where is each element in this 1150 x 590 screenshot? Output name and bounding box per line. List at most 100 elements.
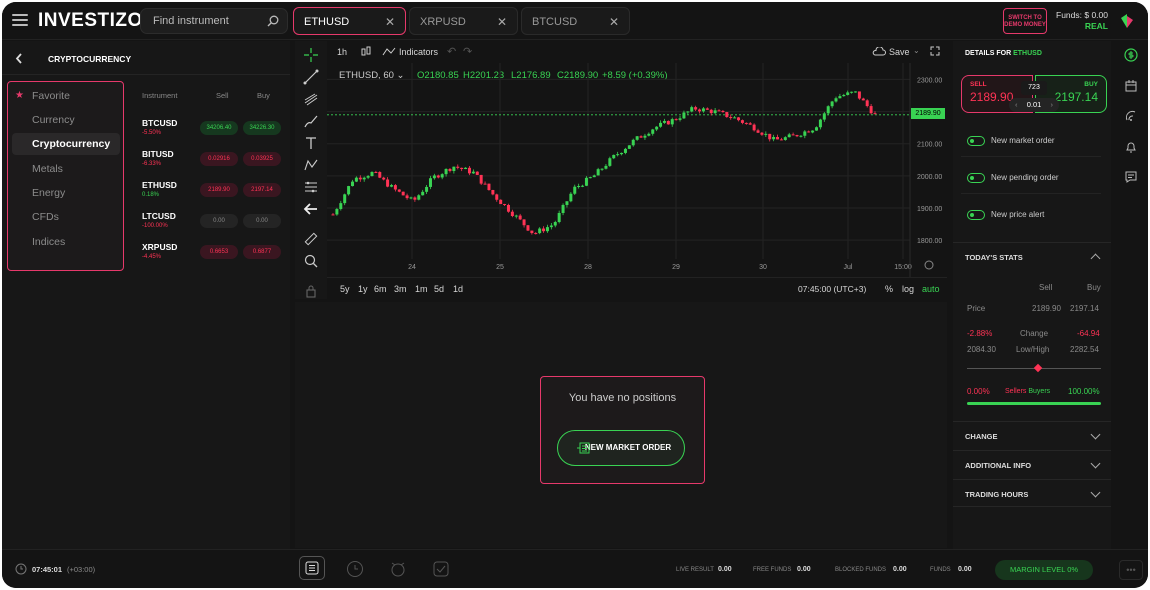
logo: INVESTIZO — [38, 10, 143, 31]
sell-price[interactable]: 2189.90 — [200, 183, 238, 197]
chevron-up-icon[interactable] — [1090, 253, 1101, 264]
instrument-row-xrpusd[interactable]: XRPUSD -4.45% — [142, 242, 177, 260]
range-1m[interactable]: 1m — [415, 284, 428, 294]
log-scale-toggle[interactable]: log — [902, 284, 914, 294]
close-icon[interactable]: ✕ — [497, 15, 507, 29]
chart-settings-icon[interactable] — [924, 260, 934, 270]
positions-tab[interactable] — [299, 556, 325, 580]
category-metals[interactable]: Metals — [32, 163, 63, 175]
sell-price[interactable]: 0.00 — [200, 214, 238, 228]
pending-orders-icon[interactable] — [389, 560, 407, 578]
new-market-order-button[interactable]: NEW MARKET ORDER — [557, 430, 685, 466]
search-input[interactable]: Find instrument — [140, 8, 288, 34]
chevron-down-icon[interactable] — [1090, 487, 1101, 498]
range-1y[interactable]: 1y — [358, 284, 368, 294]
lock-icon[interactable] — [303, 283, 319, 299]
range-5d[interactable]: 5d — [434, 284, 444, 294]
price-chart[interactable]: 1h Indicators ↶ ↷ Save ⌄ ETHUSD, 60 ⌄ O2… — [327, 41, 947, 299]
chat-icon[interactable] — [1124, 170, 1138, 184]
category-energy[interactable]: Energy — [32, 187, 65, 199]
closed-positions-icon[interactable] — [432, 560, 450, 578]
interval-button[interactable]: 1h — [337, 47, 347, 57]
candle-body — [444, 168, 448, 175]
fullscreen-icon[interactable] — [930, 46, 940, 56]
category-indices[interactable]: Indices — [32, 236, 65, 248]
buy-price[interactable]: 0.03925 — [243, 152, 281, 166]
decrease-icon[interactable]: ‹ — [1015, 98, 1018, 112]
price-buy: 2197.14 — [1070, 304, 1099, 313]
candlestick-chart[interactable]: 2300.002200.002100.002000.001900.001800.… — [327, 63, 947, 277]
tab-btcusd[interactable]: BTCUSD ✕ — [521, 7, 630, 35]
buy-price[interactable]: 0.6877 — [243, 245, 281, 259]
range-5y[interactable]: 5y — [340, 284, 350, 294]
trading-hours-section[interactable]: TRADING HOURS — [953, 479, 1111, 507]
text-icon[interactable] — [303, 135, 319, 151]
markets-icon[interactable] — [1118, 12, 1136, 30]
toggle-icon[interactable] — [967, 173, 985, 183]
category-cfds[interactable]: CFDs — [32, 211, 59, 223]
new-market-order-row[interactable]: New market order — [961, 133, 1101, 157]
category-favorite[interactable]: Favorite — [32, 90, 70, 102]
range-1d[interactable]: 1d — [453, 284, 463, 294]
brush-icon[interactable] — [303, 113, 319, 129]
indicators-icon[interactable] — [382, 47, 396, 56]
more-icon[interactable]: ••• — [1119, 560, 1143, 580]
arrow-left-icon[interactable] — [303, 201, 319, 217]
instrument-row-bitusd[interactable]: BITUSD -6.33% — [142, 149, 174, 167]
cloud-icon[interactable] — [872, 47, 886, 56]
buy-price[interactable]: 0.00 — [243, 214, 281, 228]
chevron-down-icon[interactable] — [1090, 458, 1101, 469]
toggle-icon[interactable] — [967, 136, 985, 146]
auto-scale-toggle[interactable]: auto — [922, 284, 940, 294]
signal-icon[interactable] — [1124, 109, 1138, 123]
chevron-down-icon[interactable]: ⌄ — [913, 46, 920, 55]
change-section[interactable]: CHANGE — [953, 421, 1111, 449]
sell-price[interactable]: 0.6653 — [200, 245, 238, 259]
close-icon[interactable]: ✕ — [609, 15, 619, 29]
category-currency[interactable]: Currency — [32, 114, 75, 126]
menu-icon[interactable] — [12, 14, 28, 26]
bell-icon[interactable] — [1124, 140, 1138, 154]
pattern-icon[interactable] — [303, 157, 319, 173]
percent-scale-toggle[interactable]: % — [885, 284, 893, 294]
lot-stepper[interactable]: ‹ 0.01 › — [1009, 98, 1059, 112]
indicators-button[interactable]: Indicators — [399, 47, 438, 57]
chevron-down-icon[interactable] — [1090, 429, 1101, 440]
projection-icon[interactable] — [303, 179, 319, 195]
dollar-icon[interactable] — [1124, 48, 1138, 62]
instrument-row-ltcusd[interactable]: LTCUSD -100.00% — [142, 211, 176, 229]
redo-icon[interactable]: ↷ — [463, 45, 472, 58]
additional-info-section[interactable]: ADDITIONAL INFO — [953, 450, 1111, 478]
crosshair-icon[interactable] — [303, 47, 319, 63]
buy-price[interactable]: 2197.14 — [243, 183, 281, 197]
back-icon[interactable] — [15, 53, 23, 64]
sell-price[interactable]: 0.02916 — [200, 152, 238, 166]
tab-xrpusd[interactable]: XRPUSD ✕ — [409, 7, 518, 35]
zoom-icon[interactable] — [303, 253, 319, 269]
search-icon[interactable] — [267, 15, 279, 27]
history-icon[interactable] — [346, 560, 364, 578]
sell-price[interactable]: 34206.40 — [200, 121, 238, 135]
new-price-alert-row[interactable]: New price alert — [961, 207, 1101, 231]
drawing-toolbar — [295, 41, 327, 299]
calendar-icon[interactable] — [1124, 79, 1138, 93]
instrument-row-btcusd[interactable]: BTCUSD -5.50% — [142, 118, 177, 136]
undo-icon[interactable]: ↶ — [447, 45, 456, 58]
trend-line-icon[interactable] — [303, 69, 319, 85]
instrument-row-ethusd[interactable]: ETHUSD 0.18% — [142, 180, 177, 198]
ruler-icon[interactable] — [303, 231, 319, 247]
candles-icon[interactable] — [361, 46, 371, 57]
category-cryptocurrency[interactable]: Cryptocurrency — [32, 138, 110, 150]
range-6m[interactable]: 6m — [374, 284, 387, 294]
increase-icon[interactable]: › — [1051, 98, 1054, 112]
range-3m[interactable]: 3m — [394, 284, 407, 294]
tab-ethusd[interactable]: ETHUSD ✕ — [293, 7, 406, 35]
fib-icon[interactable] — [303, 91, 319, 107]
new-pending-order-row[interactable]: New pending order — [961, 170, 1101, 194]
toggle-icon[interactable] — [967, 210, 985, 220]
todays-stats-header[interactable]: TODAY'S STATS — [953, 242, 1111, 270]
buy-price[interactable]: 34226.30 — [243, 121, 281, 135]
close-icon[interactable]: ✕ — [385, 15, 395, 29]
save-button[interactable]: Save — [889, 47, 910, 57]
switch-demo-button[interactable]: SWITCH TO DEMO MONEY — [1003, 8, 1047, 34]
